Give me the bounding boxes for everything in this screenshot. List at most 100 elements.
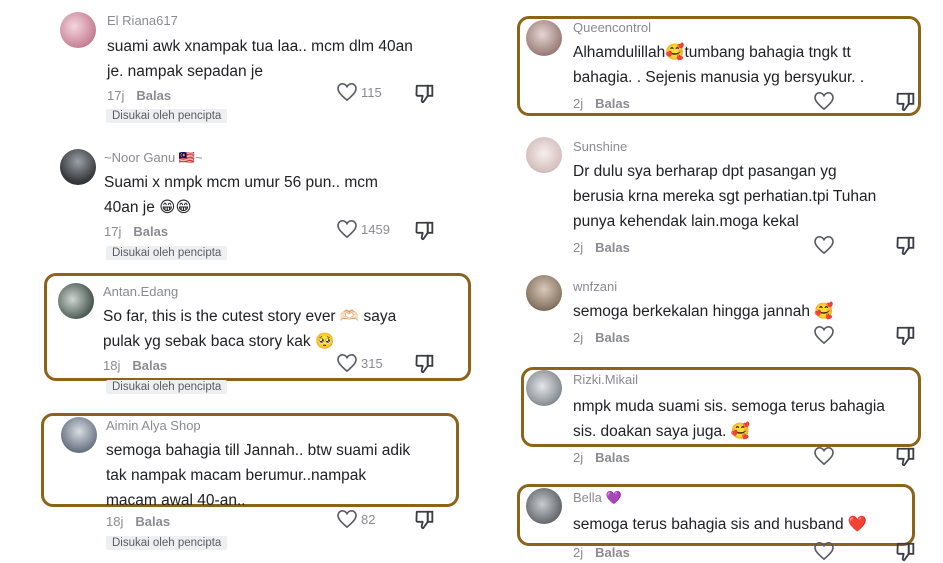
- avatar[interactable]: [526, 275, 562, 311]
- comment-username[interactable]: El Riana617: [107, 13, 178, 28]
- comment-meta: 18j Balas: [106, 514, 170, 529]
- comment-text: So far, this is the cutest story ever 🫶🏻…: [103, 304, 396, 354]
- thumbs-down-icon[interactable]: [895, 235, 917, 257]
- comment-line: pulak yg sebak baca story kak 🥺: [103, 333, 335, 350]
- comment-line: bahagia. . Sejenis manusia yg bersyukur.…: [573, 69, 865, 86]
- comment-username[interactable]: Aimin Alya Shop: [106, 418, 201, 433]
- like-button[interactable]: 82: [337, 510, 375, 528]
- comment-time: 2j: [573, 240, 584, 255]
- heart-outline-icon: [337, 510, 357, 528]
- comment-meta: 2j Balas: [573, 545, 630, 560]
- comment-line: semoga berkekalan hingga jannah 🥰: [573, 303, 834, 320]
- like-count: 315: [361, 355, 383, 371]
- comment-username[interactable]: Queencontrol: [573, 20, 651, 35]
- comment-username[interactable]: Rizki.Mikail: [573, 372, 638, 387]
- comment-line: nmpk muda suami sis. semoga terus bahagi…: [573, 398, 885, 415]
- comment-time: 18j: [103, 358, 121, 373]
- comment-username[interactable]: wnfzani: [573, 279, 617, 294]
- reply-button[interactable]: Balas: [136, 88, 171, 103]
- liked-by-creator-badge: Disukai oleh pencipta: [106, 246, 228, 260]
- comment-line: berusia krna mereka sgt perhatian.tpi Tu…: [573, 188, 877, 205]
- thumbs-down-icon[interactable]: [414, 220, 436, 242]
- thumbs-down-icon[interactable]: [414, 509, 436, 531]
- comment-meta: 17j Balas: [104, 224, 168, 239]
- comment-text: semoga bahagia till Jannah.. btw suami a…: [106, 438, 410, 513]
- comment-text: semoga terus bahagia sis and husband ❤️: [573, 512, 867, 537]
- heart-outline-icon[interactable]: [814, 542, 834, 560]
- comment-time: 2j: [573, 545, 584, 560]
- comment-meta: 17j Balas: [107, 88, 171, 103]
- like-button[interactable]: 315: [337, 354, 383, 372]
- comment-line: So far, this is the cutest story ever 🫶🏻…: [103, 308, 397, 325]
- comment-meta: 2j Balas: [573, 96, 630, 111]
- thumbs-down-icon[interactable]: [414, 353, 436, 375]
- right-comment-column: Queencontrol Alhamdulillah🥰tumbang bahag…: [470, 0, 943, 563]
- comment-text: nmpk muda suami sis. semoga terus bahagi…: [573, 394, 885, 444]
- avatar[interactable]: [526, 488, 562, 524]
- heart-outline-icon[interactable]: [814, 326, 834, 344]
- comment-time: 2j: [573, 330, 584, 345]
- comment-username[interactable]: Bella 💜: [573, 490, 622, 506]
- like-count: 82: [361, 511, 376, 527]
- reply-button[interactable]: Balas: [133, 224, 168, 239]
- comment-meta: 2j Balas: [573, 240, 630, 255]
- avatar[interactable]: [526, 370, 562, 406]
- heart-outline-icon[interactable]: [814, 236, 834, 254]
- comment-line: 40an je 😁😁: [104, 199, 192, 216]
- like-button[interactable]: 1459: [337, 220, 390, 238]
- like-count: 115: [361, 84, 382, 100]
- comment-line: suami awk xnampak tua laa.. mcm dlm 40an: [107, 38, 413, 55]
- comment-time: 18j: [106, 514, 124, 529]
- comment-line: je. nampak sepadan je: [107, 63, 263, 80]
- comment-line: Suami x nmpk mcm umur 56 pun.. mcm: [104, 174, 378, 191]
- reply-button[interactable]: Balas: [595, 450, 630, 465]
- avatar[interactable]: [58, 283, 94, 319]
- heart-outline-icon: [337, 83, 357, 101]
- reply-button[interactable]: Balas: [595, 240, 630, 255]
- comment-username[interactable]: Sunshine: [573, 139, 627, 154]
- comment-line: Dr dulu sya berharap dpt pasangan yg: [573, 163, 837, 180]
- thumbs-down-icon[interactable]: [895, 91, 917, 113]
- heart-outline-icon: [337, 354, 357, 372]
- comment-meta: 2j Balas: [573, 330, 630, 345]
- comment-text: semoga berkekalan hingga jannah 🥰: [573, 299, 834, 324]
- reply-button[interactable]: Balas: [595, 96, 630, 111]
- comment-username[interactable]: ~Noor Ganu 🇲🇾~: [104, 150, 203, 166]
- liked-by-creator-badge: Disukai oleh pencipta: [106, 109, 228, 123]
- comment-meta: 2j Balas: [573, 450, 630, 465]
- comment-time: 17j: [107, 88, 125, 103]
- thumbs-down-icon[interactable]: [414, 83, 436, 105]
- comment-text: Dr dulu sya berharap dpt pasangan yg ber…: [573, 159, 876, 234]
- liked-by-creator-badge: Disukai oleh pencipta: [106, 536, 228, 550]
- avatar[interactable]: [61, 417, 97, 453]
- left-comment-column: El Riana617 suami awk xnampak tua laa.. …: [0, 0, 471, 561]
- like-button[interactable]: 115: [337, 83, 382, 101]
- reply-button[interactable]: Balas: [132, 358, 167, 373]
- avatar[interactable]: [60, 149, 96, 185]
- comment-username[interactable]: Antan.Edang: [103, 284, 178, 299]
- comment-time: 2j: [573, 450, 584, 465]
- avatar[interactable]: [526, 20, 562, 56]
- heart-outline-icon[interactable]: [814, 447, 834, 465]
- thumbs-down-icon[interactable]: [895, 541, 917, 563]
- comment-time: 17j: [104, 224, 122, 239]
- comment-line: sis. doakan saya juga. 🥰: [573, 423, 750, 440]
- comment-line: Alhamdulillah🥰tumbang bahagia tngk tt: [573, 44, 851, 61]
- comment-time: 2j: [573, 96, 584, 111]
- comment-line: semoga terus bahagia sis and husband ❤️: [573, 516, 868, 533]
- avatar[interactable]: [526, 137, 562, 173]
- thumbs-down-icon[interactable]: [895, 446, 917, 468]
- comment-meta: 18j Balas: [103, 358, 167, 373]
- like-count: 1459: [361, 221, 390, 237]
- thumbs-down-icon[interactable]: [895, 325, 917, 347]
- avatar[interactable]: [60, 12, 96, 48]
- heart-outline-icon[interactable]: [814, 92, 834, 110]
- heart-outline-icon: [337, 220, 357, 238]
- comment-line: punya kehendak lain.moga kekal: [573, 213, 799, 230]
- comment-line: semoga bahagia till Jannah.. btw suami a…: [106, 442, 411, 459]
- liked-by-creator-badge: Disukai oleh pencipta: [106, 380, 228, 394]
- reply-button[interactable]: Balas: [595, 545, 630, 560]
- reply-button[interactable]: Balas: [595, 330, 630, 345]
- comment-text: suami awk xnampak tua laa.. mcm dlm 40an…: [107, 34, 413, 84]
- reply-button[interactable]: Balas: [135, 514, 170, 529]
